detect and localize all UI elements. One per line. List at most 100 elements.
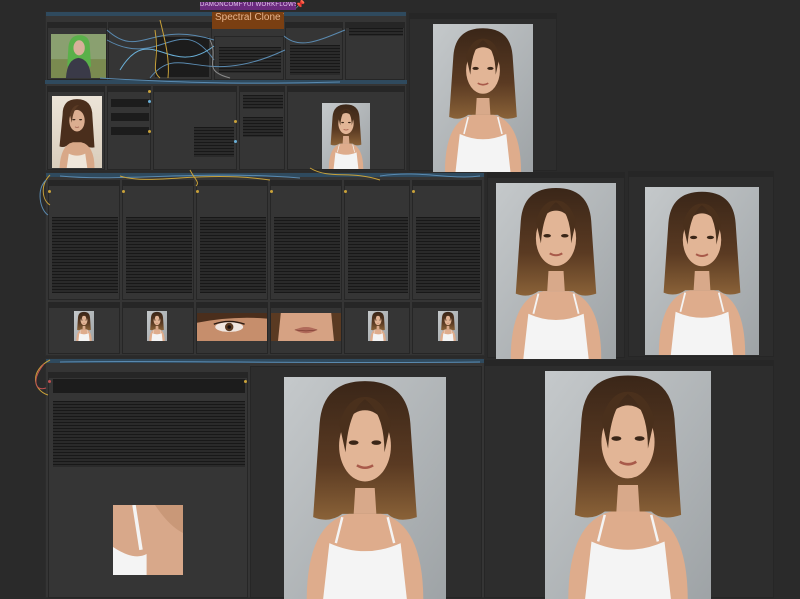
- node-header[interactable]: [271, 303, 341, 308]
- detailer-node-6[interactable]: [412, 180, 482, 300]
- node-header[interactable]: [413, 303, 481, 308]
- node-header[interactable]: [48, 87, 104, 92]
- detailer-settings: [52, 217, 118, 293]
- preview-image-node-3[interactable]: [628, 171, 774, 357]
- node-header[interactable]: [197, 181, 267, 186]
- node-header[interactable]: [345, 303, 409, 308]
- detailer-node-2[interactable]: [122, 180, 194, 300]
- settings-node-2[interactable]: [214, 36, 284, 80]
- output-portrait-image: [322, 103, 370, 169]
- node-header[interactable]: [629, 172, 773, 177]
- source-portrait-image: [52, 96, 102, 168]
- crop-preview-lips: [271, 313, 341, 341]
- node-header[interactable]: [271, 181, 341, 186]
- detailer-settings: [348, 217, 408, 293]
- detailer-node-5[interactable]: [344, 180, 410, 300]
- detailer-settings: [126, 217, 192, 293]
- node-port[interactable]: [148, 100, 151, 103]
- upscale-settings-list: [53, 401, 245, 467]
- node-port[interactable]: [122, 190, 125, 193]
- pin-icon[interactable]: 📌: [295, 1, 305, 9]
- workflow-title-text: Spectral Clone V1: [215, 12, 284, 23]
- model-loader-node[interactable]: [107, 86, 151, 170]
- reference-image-preview: [51, 34, 106, 78]
- crop-preview-6: [438, 311, 458, 341]
- load-image-node-reference[interactable]: [47, 22, 107, 80]
- crop-preview-node-6[interactable]: [412, 302, 482, 354]
- node-port[interactable]: [270, 190, 273, 193]
- node-header[interactable]: [48, 23, 106, 28]
- crop-preview-node-5[interactable]: [344, 302, 410, 354]
- node-header[interactable]: [288, 87, 404, 92]
- node-port[interactable]: [244, 380, 247, 383]
- detailer-settings: [416, 217, 480, 293]
- load-image-node-source[interactable]: [47, 86, 105, 170]
- node-header[interactable]: [108, 87, 150, 92]
- node-header[interactable]: [49, 181, 119, 186]
- node-port[interactable]: [234, 140, 237, 143]
- node-header[interactable]: [286, 23, 342, 28]
- node-port[interactable]: [148, 130, 151, 133]
- source-image-preview: [52, 96, 102, 168]
- node-header[interactable]: [49, 303, 119, 308]
- group-header[interactable]: [46, 173, 484, 177]
- upscale-header-panel: [53, 379, 245, 393]
- node-header[interactable]: [109, 23, 211, 28]
- group-header[interactable]: [46, 359, 484, 363]
- preview-image-node-1[interactable]: [409, 13, 557, 171]
- output-portrait-image: [645, 187, 759, 355]
- output-portrait-image: [496, 183, 616, 359]
- sampler-list: [243, 117, 283, 137]
- model-panel: [111, 99, 149, 107]
- node-header[interactable]: [240, 87, 284, 92]
- workflow-title: Spectral Clone V1: [212, 12, 284, 29]
- crop-preview-node-2[interactable]: [122, 302, 194, 354]
- sampler-list: [243, 95, 283, 109]
- preview-image-node-2[interactable]: [487, 172, 625, 358]
- preview-node-small[interactable]: [287, 86, 405, 170]
- conditioning-node[interactable]: [153, 86, 237, 170]
- conditioning-list: [194, 127, 234, 157]
- eye-closeup-image: [197, 313, 267, 341]
- node-header[interactable]: [485, 361, 773, 366]
- preview-image-4: [284, 377, 446, 599]
- detailer-node-1[interactable]: [48, 180, 120, 300]
- crop-preview-eye: [197, 313, 267, 341]
- node-header[interactable]: [154, 87, 236, 92]
- model-panel: [111, 127, 149, 135]
- node-port[interactable]: [148, 90, 151, 93]
- node-port[interactable]: [234, 120, 237, 123]
- node-header[interactable]: [488, 173, 624, 178]
- output-portrait-image: [438, 311, 458, 341]
- sampler-node[interactable]: [239, 86, 285, 170]
- preview-image-node-4[interactable]: [250, 366, 482, 598]
- settings-node-1[interactable]: [108, 22, 212, 80]
- node-header[interactable]: [49, 373, 247, 378]
- workflow-banner: DAMONCOMFYUI WORKFLOWS SERIES: [200, 2, 296, 10]
- node-port[interactable]: [196, 190, 199, 193]
- node-header[interactable]: [123, 303, 193, 308]
- node-header[interactable]: [123, 181, 193, 186]
- detailer-settings: [274, 217, 340, 293]
- node-header[interactable]: [197, 303, 267, 308]
- settings-node-4[interactable]: [345, 22, 405, 80]
- node-port[interactable]: [48, 190, 51, 193]
- crop-preview-node-1[interactable]: [48, 302, 120, 354]
- upscale-settings-node[interactable]: [48, 372, 248, 598]
- preview-image-3: [645, 187, 759, 355]
- node-port[interactable]: [48, 380, 51, 383]
- crop-preview-node-3[interactable]: [196, 302, 268, 354]
- node-header[interactable]: [410, 14, 556, 19]
- node-header[interactable]: [413, 181, 481, 186]
- node-header[interactable]: [345, 181, 409, 186]
- detailer-node-3[interactable]: [196, 180, 268, 300]
- preview-image-node-5[interactable]: [484, 360, 774, 598]
- detailer-node-4[interactable]: [270, 180, 342, 300]
- lips-closeup-image: [271, 313, 341, 341]
- settings-node-3[interactable]: [285, 22, 343, 80]
- crop-preview-node-4[interactable]: [270, 302, 342, 354]
- node-port[interactable]: [412, 190, 415, 193]
- settings-list: [349, 28, 403, 36]
- output-portrait-image: [368, 311, 388, 341]
- node-port[interactable]: [344, 190, 347, 193]
